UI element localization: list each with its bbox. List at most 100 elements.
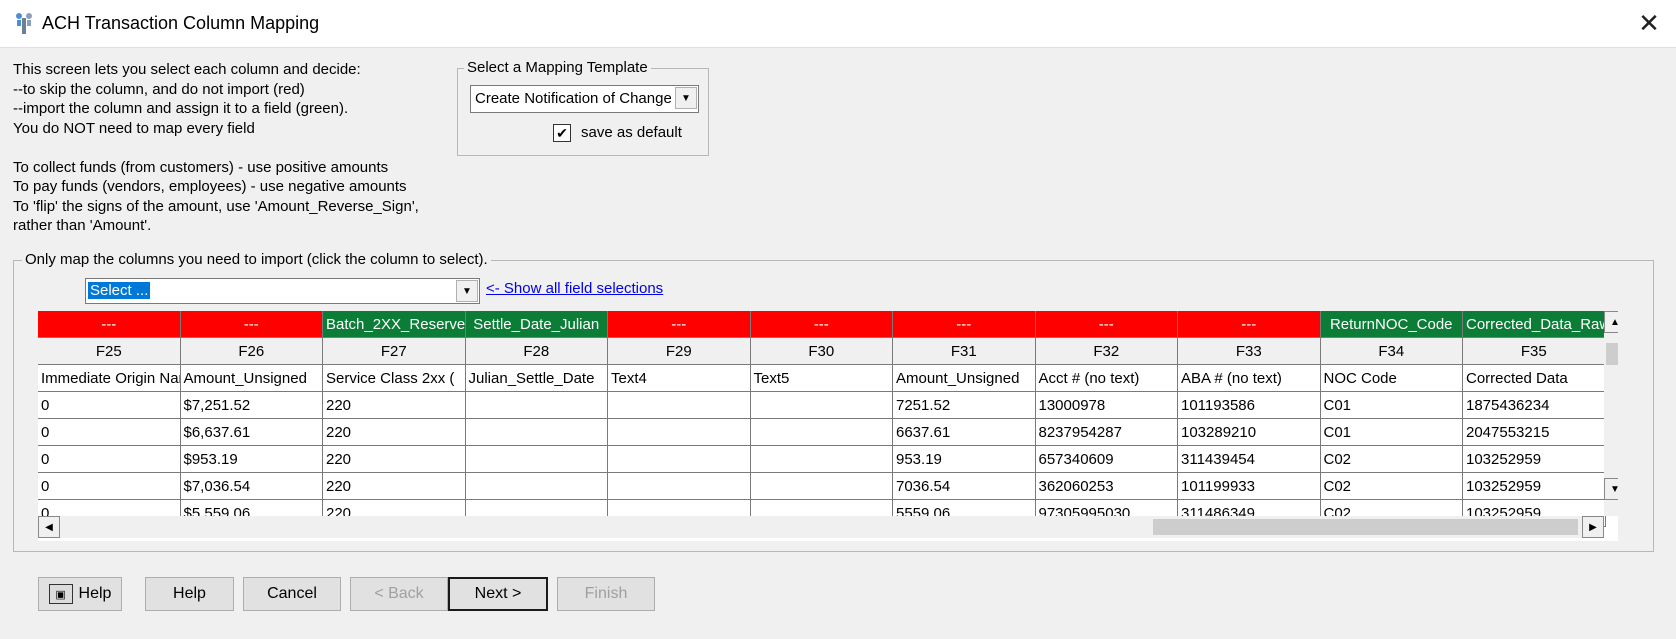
field-name-cell[interactable]: Corrected Data (1463, 365, 1606, 392)
table-cell[interactable]: 220 (323, 473, 466, 500)
table-cell[interactable]: 7251.52 (893, 392, 1036, 419)
column-header[interactable]: F28 (465, 338, 608, 365)
field-name-cell[interactable]: Text5 (750, 365, 893, 392)
table-cell[interactable]: $7,036.54 (180, 473, 323, 500)
column-header[interactable]: F32 (1035, 338, 1178, 365)
table-cell[interactable] (465, 473, 608, 500)
help-icon-button[interactable]: ▣ Help (38, 577, 122, 611)
horizontal-scroll-thumb[interactable] (1153, 519, 1578, 535)
column-header[interactable]: F33 (1178, 338, 1321, 365)
column-header[interactable]: F34 (1320, 338, 1463, 365)
table-cell[interactable]: 0 (38, 473, 181, 500)
table-cell[interactable]: $7,251.52 (180, 392, 323, 419)
mapping-template-select[interactable]: Create Notification of Change ▼ (470, 85, 699, 113)
mapped-field-cell[interactable]: --- (893, 311, 1036, 338)
scroll-right-icon[interactable]: ▶ (1582, 516, 1604, 538)
field-name-cell[interactable]: Immediate Origin Name (38, 365, 181, 392)
column-header[interactable]: F25 (38, 338, 181, 365)
vertical-scrollbar[interactable]: ▲ ▼ (1604, 311, 1618, 516)
table-cell[interactable]: C01 (1320, 392, 1463, 419)
column-header[interactable]: F27 (323, 338, 466, 365)
table-cell[interactable]: C02 (1320, 446, 1463, 473)
table-cell[interactable]: 7036.54 (893, 473, 1036, 500)
close-icon[interactable]: ✕ (1622, 0, 1676, 47)
save-default-checkbox[interactable]: ✔ (553, 124, 571, 142)
field-name-cell[interactable]: Amount_Unsigned (180, 365, 323, 392)
table-cell[interactable]: 657340609 (1035, 446, 1178, 473)
back-button[interactable]: < Back (350, 577, 448, 611)
table-cell[interactable] (465, 446, 608, 473)
table-cell[interactable]: 101193586 (1178, 392, 1321, 419)
table-cell[interactable]: C01 (1320, 419, 1463, 446)
mapped-field-cell[interactable]: --- (750, 311, 893, 338)
mapped-field-cell[interactable]: ReturnNOC_Code (1320, 311, 1463, 338)
column-header[interactable]: F35 (1463, 338, 1606, 365)
show-all-fields-link[interactable]: <- Show all field selections (486, 280, 663, 297)
table-cell[interactable] (608, 392, 751, 419)
chevron-down-icon[interactable]: ▼ (675, 87, 697, 109)
column-header[interactable]: F30 (750, 338, 893, 365)
field-name-cell[interactable]: Service Class 2xx ( (323, 365, 466, 392)
mapped-field-cell[interactable]: --- (1035, 311, 1178, 338)
mapped-field-cell[interactable]: --- (608, 311, 751, 338)
table-cell[interactable]: 103252959 (1463, 446, 1606, 473)
table-cell[interactable]: 220 (323, 392, 466, 419)
field-name-cell[interactable]: Acct # (no text) (1035, 365, 1178, 392)
table-cell[interactable]: 0 (38, 446, 181, 473)
column-header[interactable]: F26 (180, 338, 323, 365)
mapped-field-cell[interactable]: Batch_2XX_Reserved (323, 311, 466, 338)
table-cell[interactable] (465, 419, 608, 446)
mapped-field-cell[interactable]: --- (180, 311, 323, 338)
table-cell[interactable] (750, 473, 893, 500)
field-select[interactable]: Select ... ▼ (85, 278, 480, 304)
table-cell[interactable]: 953.19 (893, 446, 1036, 473)
field-name-cell[interactable]: Amount_Unsigned (893, 365, 1036, 392)
table-cell[interactable]: 6637.61 (893, 419, 1036, 446)
table-cell[interactable]: 101199933 (1178, 473, 1321, 500)
table-cell[interactable]: 8237954287 (1035, 419, 1178, 446)
next-button[interactable]: Next > (448, 577, 548, 611)
vertical-scroll-thumb[interactable] (1606, 343, 1618, 365)
table-cell[interactable] (465, 392, 608, 419)
table-cell[interactable]: 1875436234 (1463, 392, 1606, 419)
table-cell[interactable] (750, 446, 893, 473)
table-cell[interactable] (750, 392, 893, 419)
instruction-line: --import the column and assign it to a f… (13, 100, 349, 117)
table-cell[interactable]: 362060253 (1035, 473, 1178, 500)
table-cell[interactable]: 103252959 (1463, 473, 1606, 500)
horizontal-scrollbar[interactable]: ◀ ▶ (38, 516, 1604, 538)
help-button[interactable]: Help (145, 577, 234, 611)
table-cell[interactable]: 0 (38, 392, 181, 419)
table-cell[interactable] (608, 446, 751, 473)
table-cell[interactable] (750, 419, 893, 446)
chevron-down-icon[interactable]: ▼ (456, 280, 478, 302)
table-cell[interactable]: 220 (323, 446, 466, 473)
finish-button[interactable]: Finish (557, 577, 655, 611)
scroll-down-icon[interactable]: ▼ (1604, 478, 1618, 500)
field-name-cell[interactable]: ABA # (no text) (1178, 365, 1321, 392)
mapped-field-cell[interactable]: --- (1178, 311, 1321, 338)
table-cell[interactable]: C02 (1320, 473, 1463, 500)
mapped-field-cell[interactable]: Settle_Date_Julian (465, 311, 608, 338)
field-name-cell[interactable]: NOC Code (1320, 365, 1463, 392)
table-cell[interactable]: 13000978 (1035, 392, 1178, 419)
table-cell[interactable] (608, 419, 751, 446)
scroll-left-icon[interactable]: ◀ (38, 516, 60, 538)
scroll-up-icon[interactable]: ▲ (1604, 311, 1618, 333)
mapped-field-cell[interactable]: --- (38, 311, 181, 338)
mapped-field-cell[interactable]: Corrected_Data_Raw (1463, 311, 1606, 338)
table-cell[interactable]: 220 (323, 419, 466, 446)
table-cell[interactable]: 311439454 (1178, 446, 1321, 473)
field-name-cell[interactable]: Text4 (608, 365, 751, 392)
column-header[interactable]: F31 (893, 338, 1036, 365)
table-cell[interactable]: $953.19 (180, 446, 323, 473)
cancel-button[interactable]: Cancel (243, 577, 341, 611)
table-cell[interactable]: 0 (38, 419, 181, 446)
table-cell[interactable]: 2047553215 (1463, 419, 1606, 446)
table-cell[interactable] (608, 473, 751, 500)
table-cell[interactable]: $6,637.61 (180, 419, 323, 446)
table-cell[interactable]: 103289210 (1178, 419, 1321, 446)
field-name-cell[interactable]: Julian_Settle_Date (465, 365, 608, 392)
table-row: 0 $6,637.61 220 6637.61 8237954287 10328… (38, 419, 1606, 446)
column-header[interactable]: F29 (608, 338, 751, 365)
